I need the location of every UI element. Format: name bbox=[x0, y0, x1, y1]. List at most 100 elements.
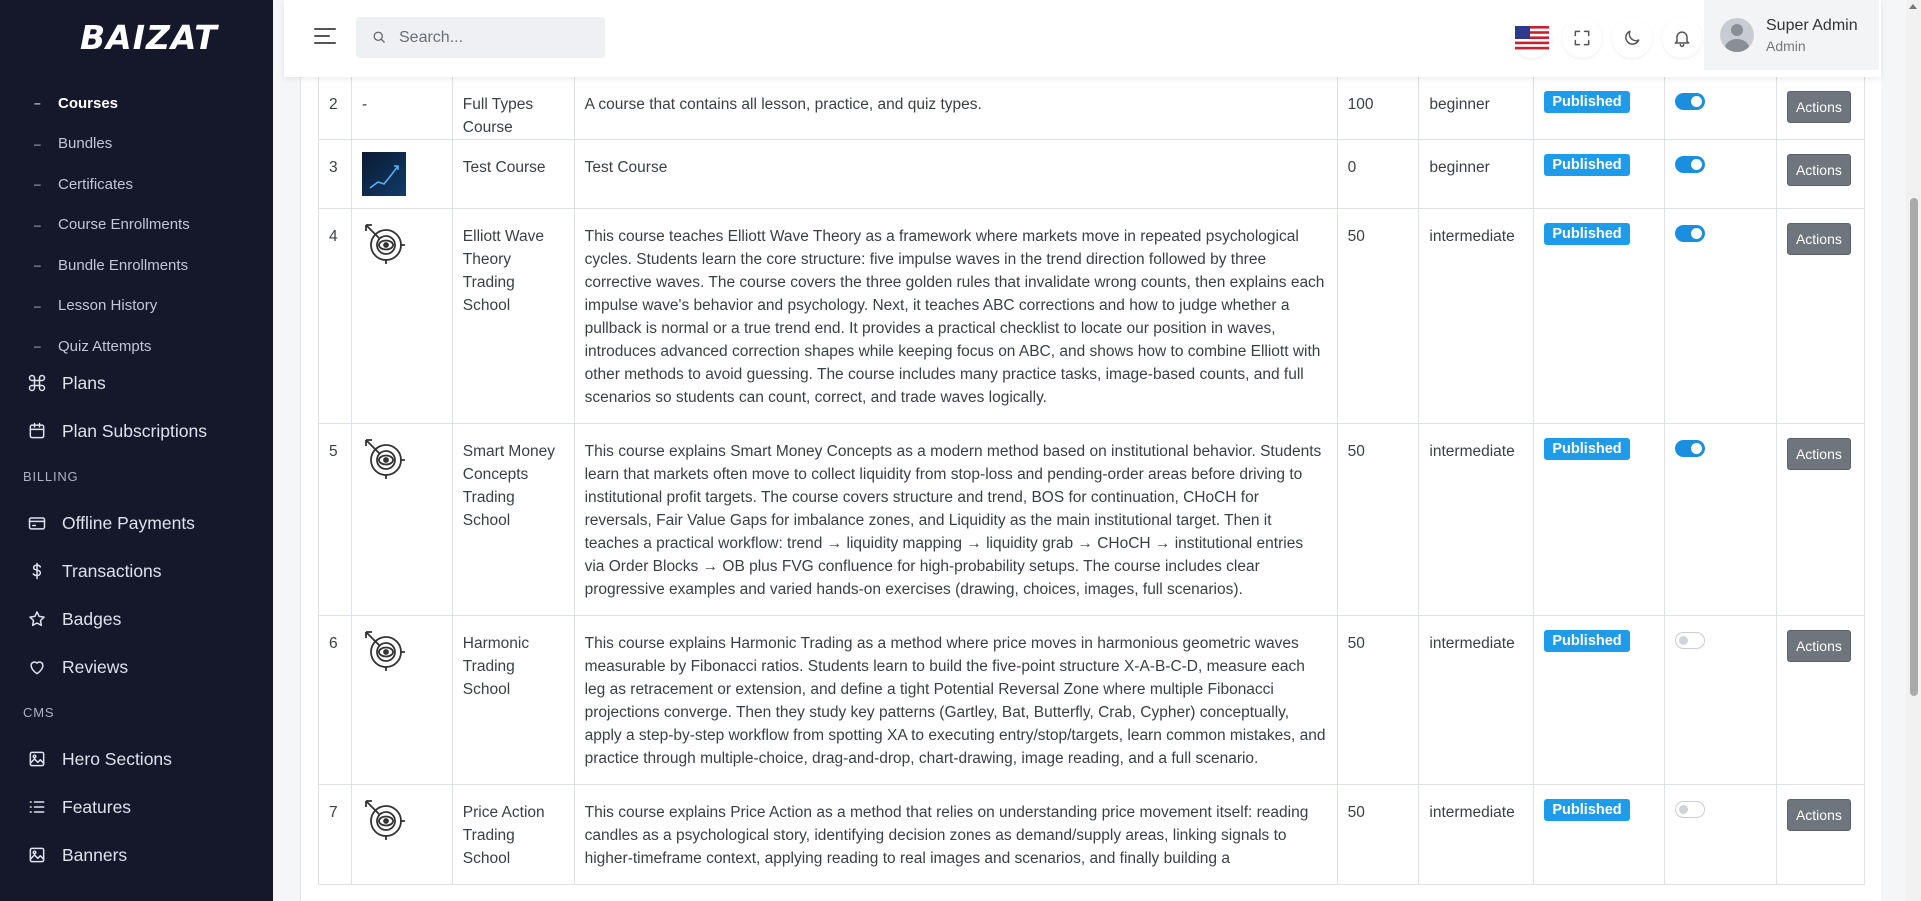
status-badge: Published bbox=[1544, 154, 1630, 176]
table-row: 5 Smart Money Concepts Trading School Th… bbox=[318, 423, 1866, 616]
sidebar-item-quiz-attempts[interactable]: – Quiz Attempts bbox=[0, 326, 273, 367]
row-number: 4 bbox=[318, 208, 352, 424]
dash-icon: – bbox=[34, 96, 41, 111]
sidebar-item-courses[interactable]: – Courses bbox=[0, 83, 273, 124]
course-level: beginner bbox=[1418, 76, 1535, 140]
sidebar-item-bundles[interactable]: – Bundles bbox=[0, 124, 273, 165]
actions-button[interactable]: Actions bbox=[1786, 438, 1851, 470]
sidebar-item-certificates[interactable]: – Certificates bbox=[0, 164, 273, 205]
target-icon bbox=[362, 628, 442, 679]
dash-icon: – bbox=[34, 217, 41, 232]
dash-icon: – bbox=[34, 177, 41, 192]
course-price: 100 bbox=[1336, 76, 1420, 140]
course-thumbnail: - bbox=[350, 76, 453, 140]
sidebar-item-label: Bundles bbox=[58, 135, 113, 153]
active-toggle[interactable] bbox=[1675, 156, 1706, 173]
sidebar-item-label: Transactions bbox=[62, 560, 162, 581]
actions-button[interactable]: Actions bbox=[1786, 223, 1851, 255]
sidebar-item-label: Lesson History bbox=[58, 297, 158, 315]
sidebar-item-bundle-enrollments[interactable]: – Bundle Enrollments bbox=[0, 245, 273, 286]
course-level: intermediate bbox=[1418, 208, 1535, 424]
sidebar-item-hero-sections[interactable]: Hero Sections bbox=[0, 739, 273, 779]
sidebar-item-label: Reviews bbox=[62, 656, 129, 677]
image-icon bbox=[26, 844, 48, 866]
status-badge: Published bbox=[1544, 630, 1630, 652]
table-row: 7 Price Action Trading School This cours… bbox=[318, 784, 1866, 885]
course-description: This course explains Harmonic Trading as… bbox=[573, 615, 1338, 785]
course-level: intermediate bbox=[1418, 423, 1535, 616]
status-badge: Published bbox=[1544, 91, 1630, 113]
target-icon bbox=[362, 436, 442, 487]
active-toggle[interactable] bbox=[1675, 225, 1706, 242]
sidebar-item-label: Hero Sections bbox=[62, 748, 172, 769]
sidebar-item-offline-payments[interactable]: Offline Payments bbox=[0, 503, 273, 543]
scroll-up-icon[interactable] bbox=[1909, 4, 1917, 9]
sidebar-item-label: Bundle Enrollments bbox=[58, 256, 189, 274]
sidebar-item-label: Courses bbox=[58, 94, 119, 112]
sidebar-item-banners[interactable]: Banners bbox=[0, 835, 273, 875]
dash-icon: – bbox=[34, 258, 41, 273]
sidebar-item-lesson-history[interactable]: – Lesson History bbox=[0, 286, 273, 327]
course-description: This course teaches Elliott Wave Theory … bbox=[573, 208, 1338, 424]
section-label-cms: CMS bbox=[23, 705, 55, 720]
search-box bbox=[356, 17, 605, 58]
sidebar-item-course-enrollments[interactable]: – Course Enrollments bbox=[0, 205, 273, 246]
dash-icon: – bbox=[34, 298, 41, 313]
active-toggle[interactable] bbox=[1675, 801, 1706, 818]
scroll-thumb[interactable] bbox=[1910, 198, 1918, 696]
sidebar-item-transactions[interactable]: Transactions bbox=[0, 551, 273, 591]
sidebar-item-label: Quiz Attempts bbox=[58, 337, 152, 355]
actions-button[interactable]: Actions bbox=[1786, 154, 1851, 186]
user-role: Admin bbox=[1766, 37, 1806, 54]
course-price: 50 bbox=[1336, 615, 1420, 785]
sidebar-item-plan-subscriptions[interactable]: Plan Subscriptions bbox=[0, 411, 273, 451]
sidebar-item-label: Course Enrollments bbox=[58, 216, 190, 234]
search-icon bbox=[373, 31, 385, 43]
page-scrollbar[interactable] bbox=[1906, 0, 1921, 901]
sidebar-item-reviews[interactable]: Reviews bbox=[0, 647, 273, 687]
row-number: 6 bbox=[318, 615, 352, 785]
actions-button[interactable]: Actions bbox=[1786, 91, 1851, 123]
course-level: beginner bbox=[1418, 139, 1535, 209]
actions-button[interactable]: Actions bbox=[1786, 799, 1851, 831]
active-toggle[interactable] bbox=[1675, 440, 1706, 457]
course-title: Price Action Trading School bbox=[451, 784, 575, 885]
sidebar-item-label: Features bbox=[62, 796, 132, 817]
course-title: Test Course bbox=[451, 139, 575, 209]
active-toggle[interactable] bbox=[1675, 632, 1706, 649]
sidebar-item-plans[interactable]: Plans bbox=[0, 363, 273, 403]
credit-card-icon bbox=[26, 512, 48, 534]
course-title: Smart Money Concepts Trading School bbox=[451, 423, 575, 616]
fullscreen-icon[interactable] bbox=[1562, 18, 1602, 58]
course-price: 0 bbox=[1336, 139, 1420, 209]
moon-icon[interactable] bbox=[1612, 18, 1652, 58]
heart-icon bbox=[26, 656, 48, 678]
star-icon bbox=[26, 608, 48, 630]
target-icon bbox=[362, 221, 442, 272]
bell-icon[interactable] bbox=[1662, 18, 1702, 58]
course-price: 50 bbox=[1336, 423, 1420, 616]
command-icon bbox=[26, 372, 48, 394]
active-toggle[interactable] bbox=[1675, 93, 1706, 110]
us-flag-icon[interactable] bbox=[1512, 18, 1552, 58]
course-level: intermediate bbox=[1418, 784, 1535, 885]
courses-submenu: – Courses – Bundles – Certificates – Course … bbox=[0, 83, 273, 367]
status-badge: Published bbox=[1544, 438, 1630, 460]
user-name: Super Admin bbox=[1766, 16, 1858, 34]
search-input[interactable] bbox=[399, 28, 589, 47]
menu-toggle-icon[interactable] bbox=[314, 28, 336, 48]
section-label-billing: BILLING bbox=[23, 469, 79, 484]
course-title: Elliott Wave Theory Trading School bbox=[451, 208, 575, 424]
actions-button[interactable]: Actions bbox=[1786, 630, 1851, 662]
table-row: 3 Test Course Test Course 0 beginner Pub… bbox=[318, 139, 1866, 209]
user-menu[interactable]: Super Admin Admin bbox=[1704, 0, 1879, 70]
course-level: intermediate bbox=[1418, 615, 1535, 785]
sidebar-item-label: Banners bbox=[62, 844, 128, 865]
sidebar-item-badges[interactable]: Badges bbox=[0, 599, 273, 639]
dash-icon: – bbox=[34, 136, 41, 151]
sidebar-item-label: Plan Subscriptions bbox=[62, 420, 207, 441]
app-logo[interactable]: BAIZAT bbox=[80, 18, 218, 57]
row-number: 2 bbox=[318, 76, 352, 140]
courses-table: 2 - Full Types Course A course that cont… bbox=[318, 51, 1866, 885]
sidebar-item-features[interactable]: Features bbox=[0, 787, 273, 827]
